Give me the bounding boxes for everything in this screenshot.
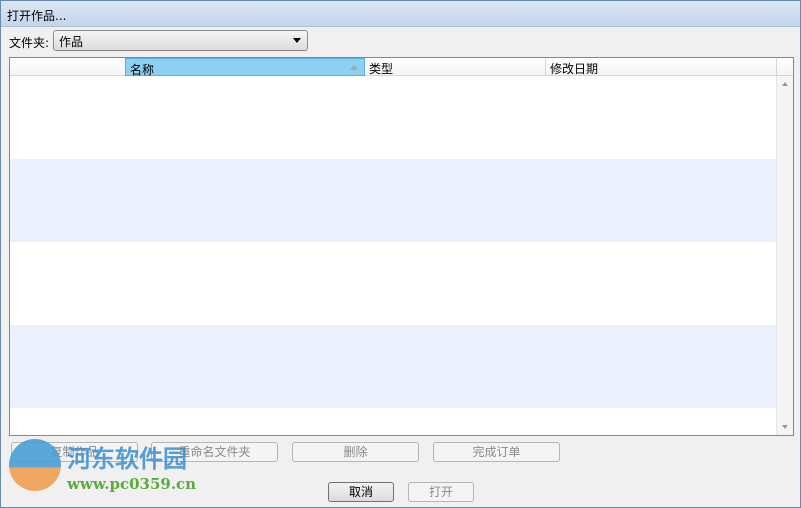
sort-ascending-icon [350,65,358,70]
scroll-up-icon[interactable] [782,82,788,86]
dialog-title-bar: 打开作品... [1,1,800,27]
complete-order-button[interactable]: 完成订单 [433,442,560,462]
dialog-title: 打开作品... [7,9,67,23]
open-button[interactable]: 打开 [408,482,474,502]
chevron-down-icon [293,38,301,43]
copy-work-button[interactable]: 复制作品 [11,442,138,462]
file-list[interactable]: 名称 类型 修改日期 [9,57,794,436]
list-row [10,325,776,408]
list-row [10,76,776,159]
folder-label: 文件夹: [9,36,50,50]
list-row [10,159,776,242]
column-header-filler [777,58,793,76]
delete-button[interactable]: 删除 [292,442,419,462]
list-row [10,242,776,325]
column-header-label: 类型 [369,62,394,76]
column-header-blank [10,58,126,76]
column-header-label: 名称 [130,63,155,77]
watermark-url: www.pc0359.cn [67,475,197,493]
scroll-down-icon[interactable] [782,425,788,429]
cancel-button[interactable]: 取消 [328,482,394,502]
vertical-scrollbar[interactable] [776,76,793,435]
column-header-label: 修改日期 [550,62,599,76]
column-header-name[interactable]: 名称 [125,58,365,77]
column-header-type[interactable]: 类型 [365,58,546,76]
folder-select[interactable]: 作品 [53,30,308,51]
column-header-modified[interactable]: 修改日期 [546,58,777,76]
rename-folder-button[interactable]: 重命名文件夹 [151,442,278,462]
folder-value: 作品 [59,35,84,49]
